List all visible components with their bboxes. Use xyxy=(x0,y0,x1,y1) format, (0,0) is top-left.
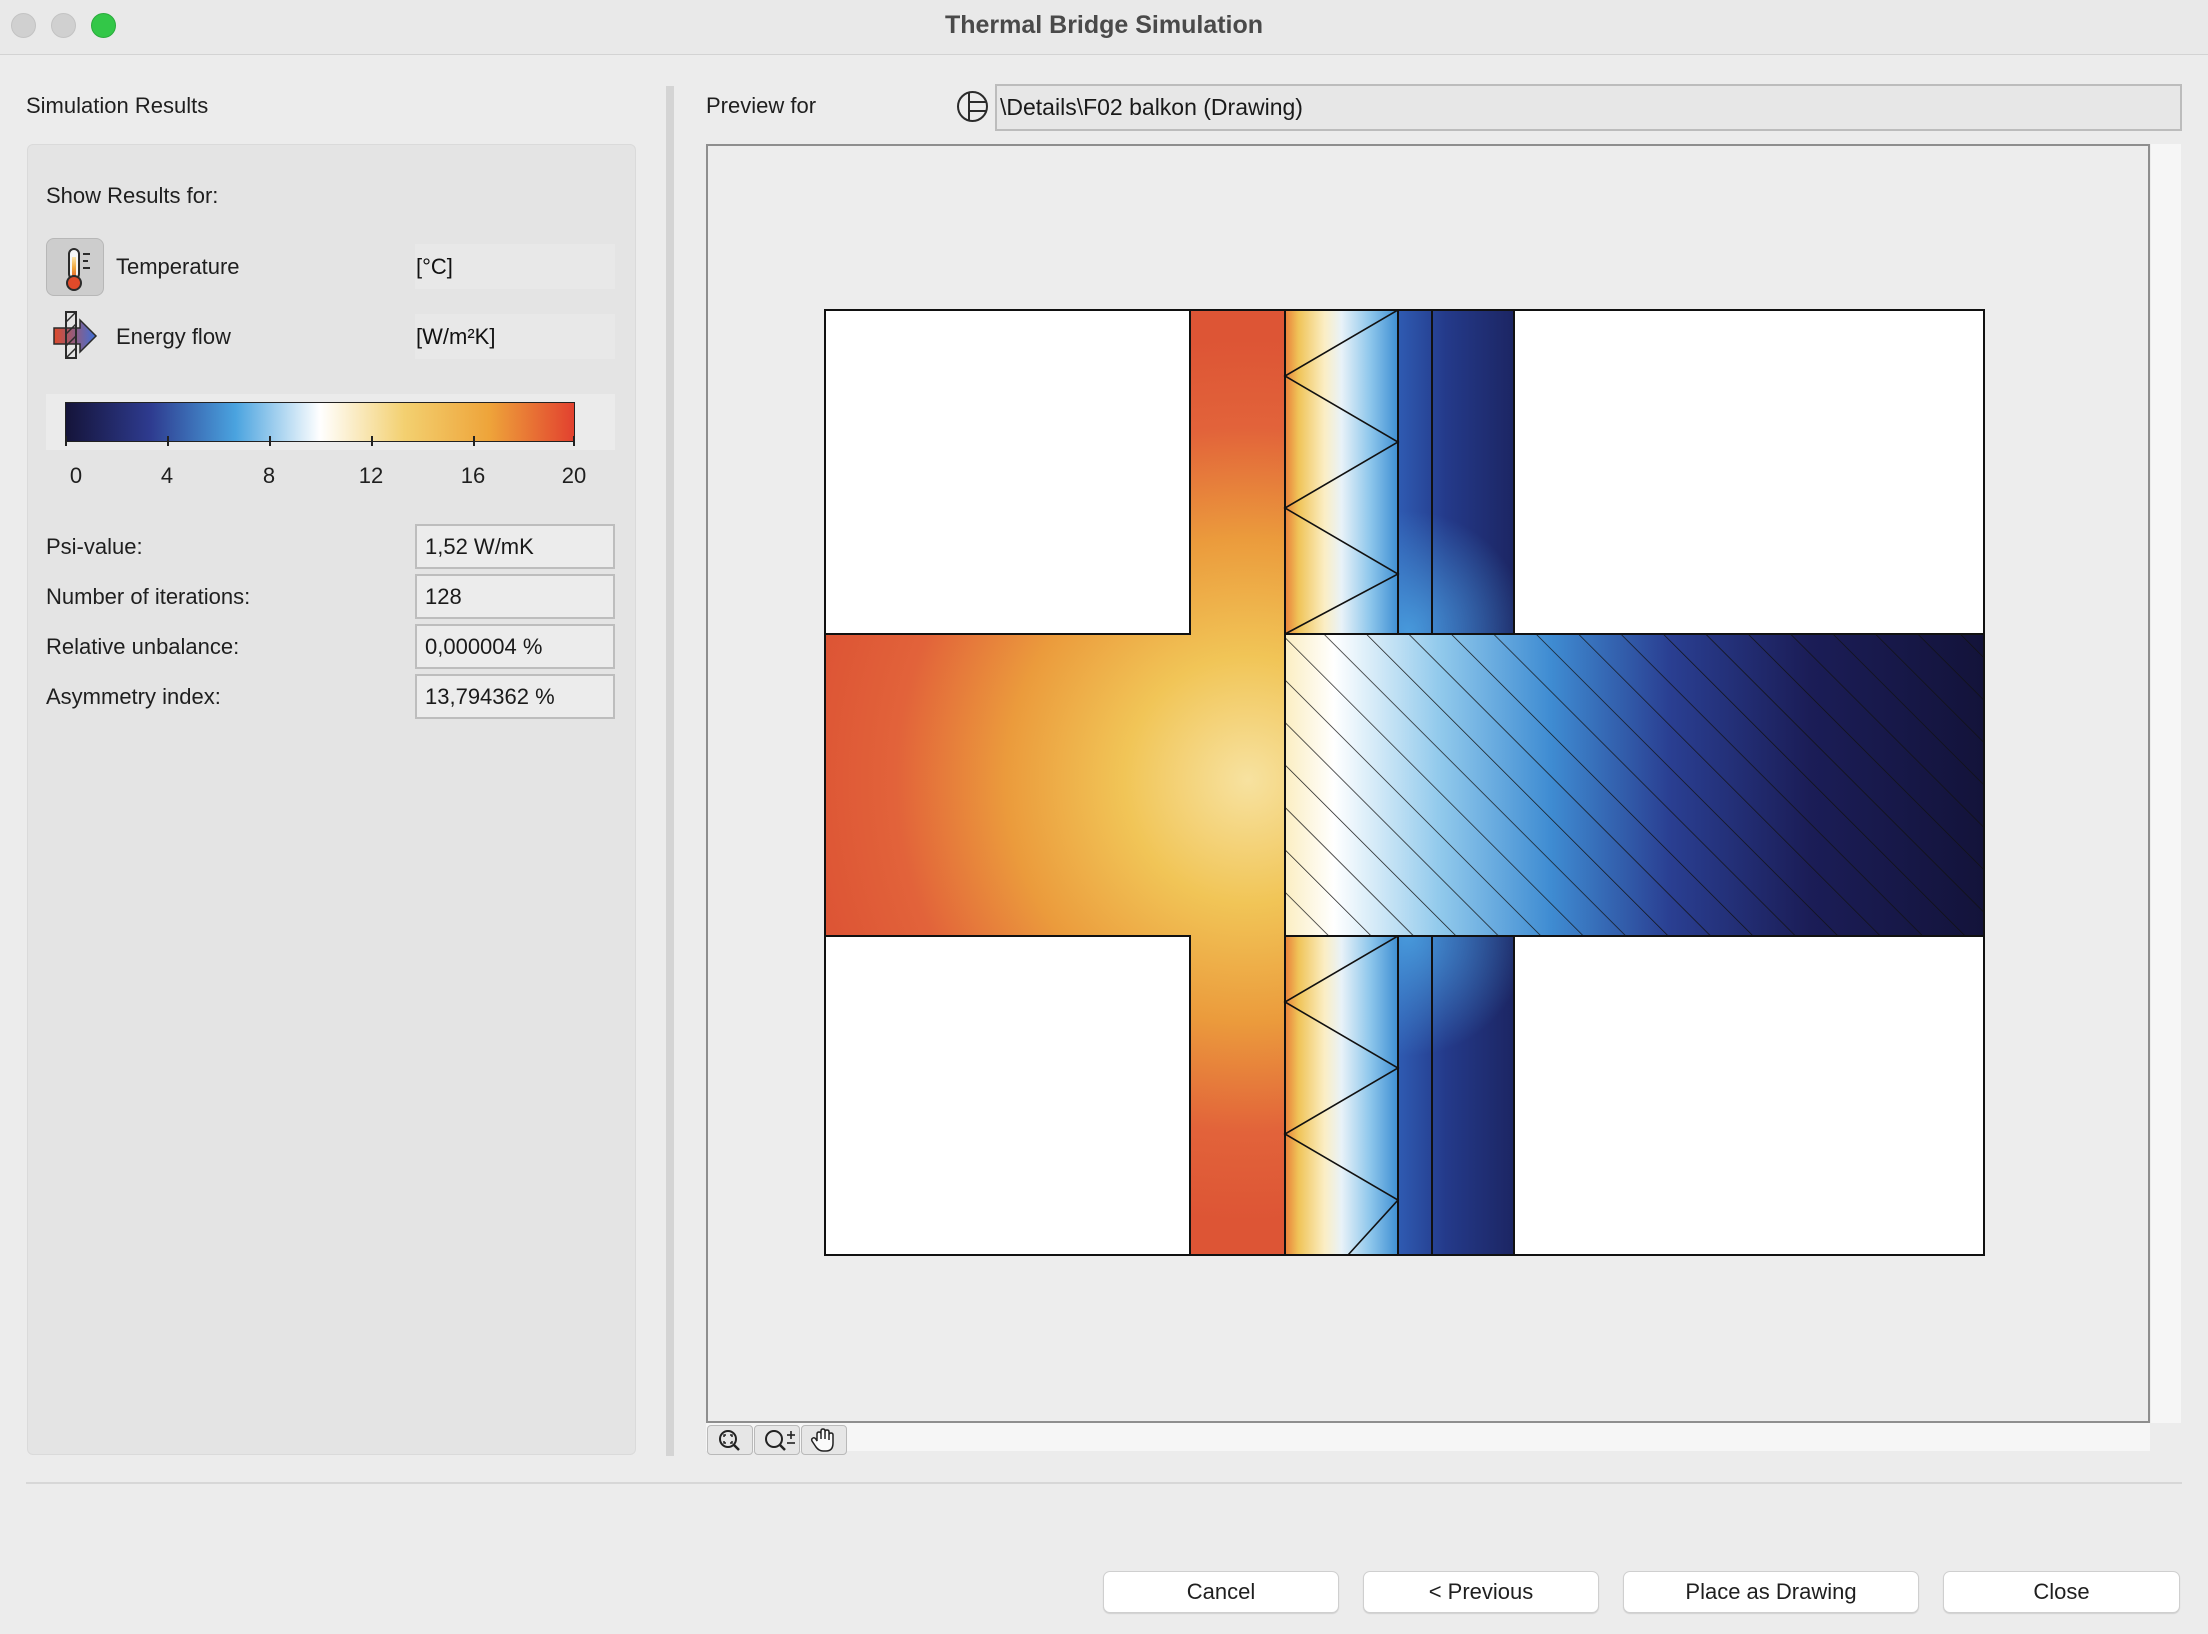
cancel-button[interactable]: Cancel xyxy=(1103,1571,1339,1613)
close-button[interactable]: Close xyxy=(1943,1571,2180,1613)
zoom-in-icon xyxy=(765,1430,795,1451)
pan-button[interactable] xyxy=(801,1425,847,1455)
pan-hand-icon xyxy=(810,1428,834,1452)
energy-flow-option-label[interactable]: Energy flow xyxy=(116,324,231,350)
place-as-drawing-button[interactable]: Place as Drawing xyxy=(1623,1571,1919,1613)
panel-splitter[interactable] xyxy=(666,86,674,1456)
scale-tick xyxy=(65,436,67,446)
scale-tick-label: 12 xyxy=(358,463,384,488)
scale-tick xyxy=(371,436,373,446)
asymmetry-index-label: Asymmetry index: xyxy=(46,684,221,709)
scale-tick-label: 8 xyxy=(262,463,276,488)
scale-tick-label: 20 xyxy=(561,463,587,488)
preview-canvas[interactable] xyxy=(706,144,2150,1423)
show-results-label: Show Results for: xyxy=(46,183,219,208)
scale-tick xyxy=(473,436,475,446)
previous-button[interactable]: < Previous xyxy=(1363,1571,1599,1613)
color-scale-bar xyxy=(65,402,575,442)
temperature-unit-field: [°C] xyxy=(415,244,615,289)
psi-value-label: Psi-value: xyxy=(46,534,143,559)
iterations-label: Number of iterations: xyxy=(46,584,251,609)
psi-value-field: 1,52 W/mK xyxy=(415,524,615,569)
temperature-option-button[interactable] xyxy=(46,238,104,296)
zoom-in-button[interactable] xyxy=(754,1425,800,1455)
zoom-fit-button[interactable] xyxy=(707,1425,753,1455)
scale-tick xyxy=(269,436,271,446)
drawing-path-field: \Details\F02 balkon (Drawing) xyxy=(995,84,2182,131)
asymmetry-index-field: 13,794362 % xyxy=(415,674,615,719)
scale-tick-label: 16 xyxy=(460,463,486,488)
energy-flow-option-button[interactable] xyxy=(46,306,104,364)
scale-tick-label: 0 xyxy=(69,463,83,488)
relative-unbalance-field: 0,000004 % xyxy=(415,624,615,669)
window-title: Thermal Bridge Simulation xyxy=(944,11,1264,39)
canvas-horizontal-scrollbar[interactable] xyxy=(706,1423,2150,1451)
simulation-results-heading: Simulation Results xyxy=(26,93,209,118)
preview-for-label: Preview for xyxy=(706,93,817,118)
bottom-separator xyxy=(26,1482,2182,1484)
scale-tick-label: 4 xyxy=(160,463,174,488)
thermal-bridge-preview xyxy=(824,309,1985,1256)
scale-tick xyxy=(167,436,169,446)
canvas-vertical-scrollbar[interactable] xyxy=(2151,144,2181,1423)
thermometer-icon xyxy=(66,248,90,291)
energy-flow-unit-field: [W/m²K] xyxy=(415,314,615,359)
energy-flow-icon xyxy=(53,311,98,359)
drawing-source-icon xyxy=(956,90,989,123)
temperature-option-label[interactable]: Temperature xyxy=(116,254,240,280)
iterations-field: 128 xyxy=(415,574,615,619)
scale-tick xyxy=(573,436,575,446)
relative-unbalance-label: Relative unbalance: xyxy=(46,634,240,659)
zoom-fit-icon xyxy=(719,1430,740,1451)
